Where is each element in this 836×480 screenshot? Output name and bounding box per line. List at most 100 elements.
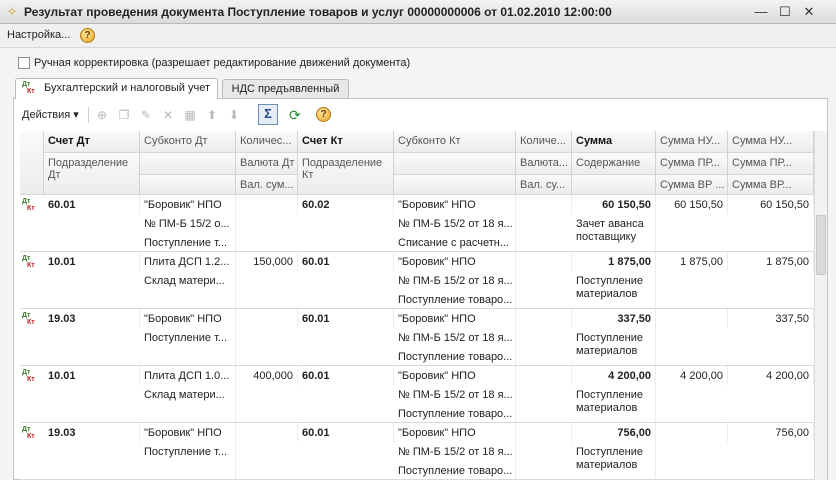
subconto-kt-cell[interactable]: "Боровик" НПО <box>394 252 516 271</box>
subconto-dt-cell[interactable]: Плита ДСП 1.2... <box>140 252 236 271</box>
account-kt-cell[interactable]: 60.01 <box>298 423 394 442</box>
subconto-dt-cell[interactable]: Плита ДСП 1.0... <box>140 366 236 385</box>
tax-amount-kt-cell[interactable]: 1 875,00 <box>728 252 814 271</box>
amount-cell[interactable]: 4 200,00 <box>572 366 656 385</box>
quantity-dt-cell[interactable]: 400,000 <box>236 366 298 385</box>
subconto-kt-cell[interactable]: Поступление товаро... <box>394 404 516 423</box>
subconto-dt-cell[interactable]: Склад матери... <box>140 271 236 290</box>
content-description-cell[interactable]: Зачет аванса поставщику <box>572 214 656 250</box>
column-header[interactable]: Количе... <box>516 131 572 153</box>
refresh-icon[interactable]: ⟳ <box>289 107 301 123</box>
move-up-icon[interactable]: ⬆ <box>204 107 220 123</box>
tax-amount-dt-cell[interactable] <box>656 309 728 328</box>
subconto-kt-cell[interactable]: № ПМ-Б 15/2 от 18 я... <box>394 214 516 233</box>
quantity-kt-cell[interactable] <box>516 309 572 328</box>
column-header[interactable] <box>140 153 236 175</box>
help-icon[interactable]: ? <box>80 28 95 43</box>
tax-amount-kt-cell[interactable]: 4 200,00 <box>728 366 814 385</box>
subconto-dt-cell[interactable] <box>140 290 236 309</box>
column-header[interactable]: Сумма <box>572 131 656 153</box>
tax-amount-kt-cell[interactable]: 756,00 <box>728 423 814 442</box>
subconto-kt-cell[interactable]: № ПМ-Б 15/2 от 18 я... <box>394 385 516 404</box>
subconto-kt-cell[interactable]: Поступление товаро... <box>394 461 516 480</box>
column-header[interactable]: Сумма ВР ... <box>656 175 728 195</box>
account-dt-cell[interactable]: 10.01 <box>44 252 140 271</box>
column-header[interactable]: Валюта... <box>516 153 572 175</box>
amount-cell[interactable]: 60 150,50 <box>572 195 656 214</box>
subconto-dt-cell[interactable] <box>140 404 236 423</box>
edit-icon[interactable]: ✎ <box>138 107 154 123</box>
column-header[interactable] <box>572 175 656 195</box>
copy-icon[interactable]: ❐ <box>116 107 132 123</box>
account-dt-cell[interactable]: 19.03 <box>44 423 140 442</box>
subconto-dt-cell[interactable]: № ПМ-Б 15/2 о... <box>140 214 236 233</box>
subconto-dt-cell[interactable]: "Боровик" НПО <box>140 309 236 328</box>
quantity-kt-cell[interactable] <box>516 366 572 385</box>
settings-menu[interactable]: Настройка... <box>7 29 70 41</box>
toolbar-help-icon[interactable]: ? <box>316 107 331 122</box>
column-header[interactable]: Субконто Дт <box>140 131 236 153</box>
save-icon[interactable]: ▦ <box>182 107 198 123</box>
subconto-dt-cell[interactable] <box>140 347 236 366</box>
vertical-scrollbar[interactable] <box>814 131 827 480</box>
move-down-icon[interactable]: ⬇ <box>226 107 242 123</box>
subconto-dt-cell[interactable]: Поступление т... <box>140 328 236 347</box>
column-header[interactable]: Сумма ПР... <box>728 153 814 175</box>
account-kt-cell[interactable]: 60.01 <box>298 366 394 385</box>
quantity-dt-cell[interactable] <box>236 423 298 442</box>
column-header[interactable]: Сумма НУ... <box>728 131 814 153</box>
scrollbar-thumb[interactable] <box>816 215 826 275</box>
actions-menu[interactable]: Действия ▾ <box>22 108 79 121</box>
subconto-kt-cell[interactable]: Списание с расчетн... <box>394 233 516 252</box>
account-dt-cell[interactable]: 60.01 <box>44 195 140 214</box>
column-header[interactable]: Подразделение Кт <box>298 153 394 195</box>
amount-cell[interactable]: 756,00 <box>572 423 656 442</box>
close-button[interactable]: ✕ <box>800 4 818 20</box>
content-description-cell[interactable]: Поступление материалов <box>572 442 656 478</box>
subconto-dt-cell[interactable] <box>140 461 236 480</box>
account-kt-cell[interactable]: 60.02 <box>298 195 394 214</box>
quantity-dt-cell[interactable]: 150,000 <box>236 252 298 271</box>
column-header[interactable]: Подразделение Дт <box>44 153 140 195</box>
tax-amount-dt-cell[interactable] <box>656 423 728 442</box>
column-header[interactable]: Сумма ПР... <box>656 153 728 175</box>
add-icon[interactable]: ⊕ <box>94 107 110 123</box>
subconto-kt-cell[interactable]: № ПМ-Б 15/2 от 18 я... <box>394 442 516 461</box>
quantity-kt-cell[interactable] <box>516 252 572 271</box>
column-header[interactable] <box>394 175 516 195</box>
column-header[interactable]: Вал. су... <box>516 175 572 195</box>
account-dt-cell[interactable]: 19.03 <box>44 309 140 328</box>
content-description-cell[interactable]: Поступление материалов <box>572 385 656 421</box>
subconto-kt-cell[interactable]: "Боровик" НПО <box>394 195 516 214</box>
column-header[interactable]: Сумма НУ... <box>656 131 728 153</box>
subconto-dt-cell[interactable]: "Боровик" НПО <box>140 195 236 214</box>
subconto-kt-cell[interactable]: № ПМ-Б 15/2 от 18 я... <box>394 328 516 347</box>
subconto-kt-cell[interactable]: Поступление товаро... <box>394 290 516 309</box>
column-header[interactable] <box>394 153 516 175</box>
manual-correction-label[interactable]: Ручная корректировка (разрешает редактир… <box>34 57 410 69</box>
account-kt-cell[interactable]: 60.01 <box>298 252 394 271</box>
tax-amount-dt-cell[interactable]: 60 150,50 <box>656 195 728 214</box>
column-header[interactable]: Содержание <box>572 153 656 175</box>
subconto-dt-cell[interactable]: Склад матери... <box>140 385 236 404</box>
column-header[interactable]: Вал. сум... <box>236 175 298 195</box>
subconto-kt-cell[interactable]: "Боровик" НПО <box>394 423 516 442</box>
subconto-kt-cell[interactable]: "Боровик" НПО <box>394 309 516 328</box>
tab-accounting[interactable]: Дт Кт Бухгалтерский и налоговый учет <box>15 78 218 99</box>
subconto-kt-cell[interactable]: № ПМ-Б 15/2 от 18 я... <box>394 271 516 290</box>
quantity-kt-cell[interactable] <box>516 195 572 214</box>
tax-amount-dt-cell[interactable]: 4 200,00 <box>656 366 728 385</box>
quantity-dt-cell[interactable] <box>236 309 298 328</box>
subconto-dt-cell[interactable]: "Боровик" НПО <box>140 423 236 442</box>
subconto-dt-cell[interactable]: Поступление т... <box>140 442 236 461</box>
tab-vat[interactable]: НДС предъявленный <box>222 79 349 99</box>
totals-sigma-button[interactable]: Σ <box>258 104 278 125</box>
content-description-cell[interactable]: Поступление материалов <box>572 271 656 307</box>
subconto-kt-cell[interactable]: Поступление товаро... <box>394 347 516 366</box>
quantity-kt-cell[interactable] <box>516 423 572 442</box>
maximize-button[interactable]: ☐ <box>776 4 794 20</box>
column-header[interactable]: Субконто Кт <box>394 131 516 153</box>
column-header[interactable]: Количес... <box>236 131 298 153</box>
manual-correction-checkbox[interactable] <box>18 57 30 69</box>
column-header[interactable] <box>140 175 236 195</box>
